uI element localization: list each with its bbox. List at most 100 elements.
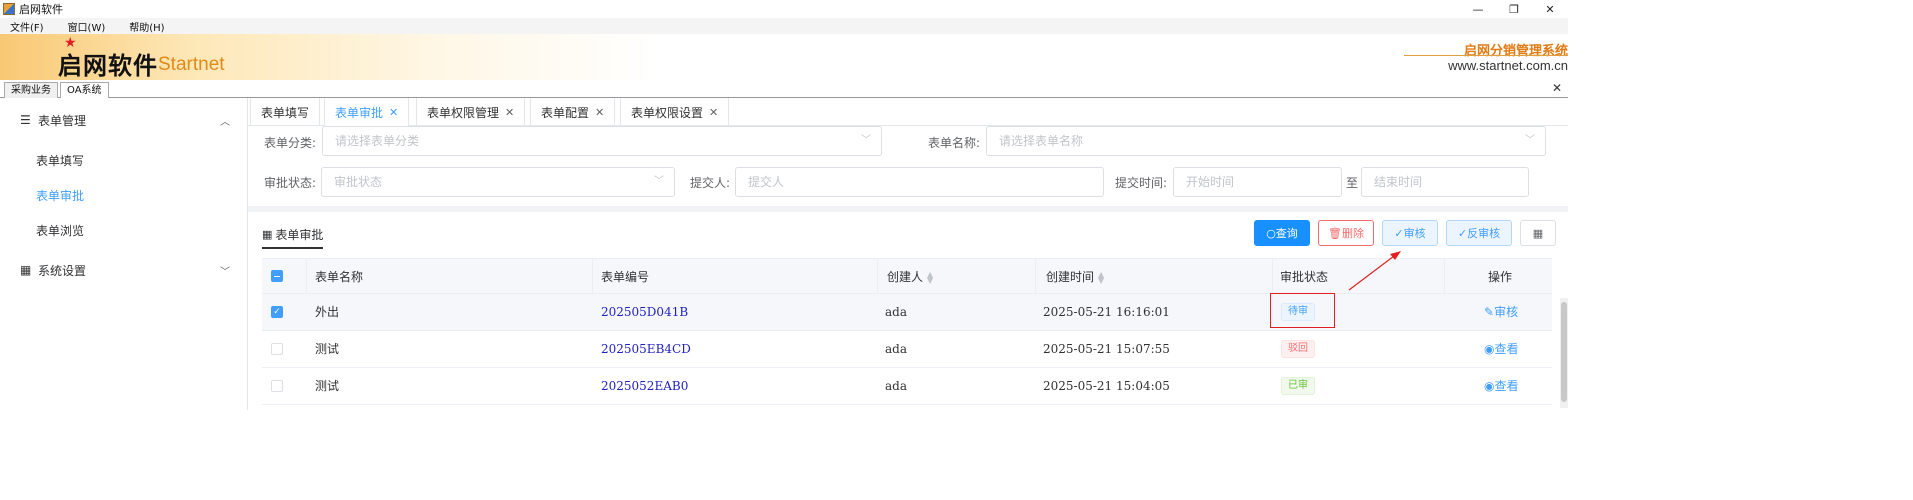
submitter-input[interactable]: 提交人 (735, 167, 1104, 197)
audit-label: 审核 (1403, 227, 1426, 240)
status-select[interactable]: 审批状态 ﹀ (321, 167, 675, 197)
sidebar-group-form-management[interactable]: ☰ 表单管理 ︿ (0, 100, 248, 140)
form-name-select[interactable]: 请选择表单名称 ﹀ (986, 126, 1546, 156)
status-badge: 已审 (1281, 377, 1315, 395)
restore-button[interactable]: ❐ (1496, 0, 1532, 18)
module-tab-bar: 采购业务 OA系统 ✕ (0, 80, 1568, 99)
audit-action-link[interactable]: ✎审核 (1484, 294, 1518, 331)
form-code-link[interactable]: 202505EB4CD (601, 331, 691, 368)
form-name-cell: 外出 (315, 305, 340, 319)
tab-form-permission-settings[interactable]: 表单权限设置 ✕ (620, 98, 730, 126)
column-divider (306, 259, 307, 295)
form-code-link[interactable]: 2025052EAB0 (601, 368, 688, 405)
menu-window[interactable]: 窗口(W) (68, 19, 106, 34)
audit-button[interactable]: ✓ 审核 (1382, 220, 1438, 246)
sidebar-item-form-fill[interactable]: 表单填写 (36, 152, 84, 169)
start-time-input[interactable]: 开始时间 (1173, 167, 1342, 197)
column-settings-button[interactable]: ▦ (1520, 220, 1556, 246)
tab-label: 表单权限设置 (631, 105, 704, 120)
submit-time-label: 提交时间: (1115, 176, 1168, 190)
category-placeholder: 请选择表单分类 (335, 134, 420, 148)
scrollbar-thumb[interactable] (1561, 302, 1567, 402)
chevron-down-icon: ﹀ (654, 176, 664, 187)
logo-english: Startnet (158, 54, 225, 75)
sidebar-item-form-approval[interactable]: 表单审批 (36, 187, 84, 204)
category-label: 表单分类: (264, 136, 317, 150)
module-tab-oa[interactable]: OA系统 (60, 82, 109, 99)
view-action-link[interactable]: ◉查看 (1484, 368, 1519, 405)
vertical-scrollbar[interactable] (1560, 298, 1568, 408)
row-checkbox[interactable] (271, 343, 283, 355)
select-all-checkbox[interactable] (271, 270, 283, 282)
column-header-creator[interactable]: 创建人 ▲ ▼ (887, 259, 933, 295)
sort-icon[interactable]: ▲ ▼ (1098, 270, 1104, 284)
row-checkbox[interactable]: ✓ (271, 306, 283, 318)
check-icon: ✓ (1394, 226, 1404, 240)
sidebar-item-form-browse[interactable]: 表单浏览 (36, 222, 84, 239)
status-placeholder: 审批状态 (334, 175, 383, 189)
unaudit-button[interactable]: ✓ 反审核 (1446, 220, 1512, 246)
close-tab-icon[interactable]: ✕ (389, 106, 398, 119)
submitter-placeholder: 提交人 (748, 175, 785, 189)
query-button[interactable]: ○ 查询 (1254, 220, 1310, 246)
chevron-down-icon: ﹀ (1525, 135, 1535, 146)
tab-form-fill[interactable]: 表单填写 (250, 98, 321, 126)
chevron-down-icon: ﹀ (220, 266, 230, 278)
table-header: 表单名称 表单编号 创建人 ▲ ▼ 创建时间 ▲ ▼ 审批状态 操作 (262, 258, 1552, 295)
brand-divider (1404, 55, 1568, 56)
column-header-created-time[interactable]: 创建时间 ▲ ▼ (1046, 259, 1104, 295)
sort-icon[interactable]: ▲ ▼ (927, 270, 933, 284)
close-window-button[interactable]: ✕ (1532, 0, 1568, 18)
annotation-highlight-box (1270, 293, 1335, 328)
table-panel: ▦ 表单审批 ○ 查询 🗑 删除 ✓ 审核 ✓ 反审核 ▦ 表单名称 表单编号 创建人 ▲… (248, 212, 1568, 410)
table-row[interactable]: 测试 202505EB4CD ada 2025-05-21 15:07:55 驳… (262, 331, 1552, 368)
end-time-placeholder: 结束时间 (1374, 175, 1423, 189)
category-select[interactable]: 请选择表单分类 ﹀ (322, 126, 882, 156)
status-badge: 驳回 (1281, 340, 1315, 358)
form-code-link[interactable]: 202505D041B (601, 294, 688, 331)
column-header-name: 表单名称 (315, 270, 364, 284)
unaudit-label: 反审核 (1467, 227, 1501, 240)
table-row[interactable]: ✓ 外出 202505D041B ada 2025-05-21 16:16:01… (262, 294, 1552, 331)
tab-label: 表单审批 (335, 105, 384, 120)
column-header-creator-label: 创建人 (887, 270, 924, 284)
app-icon (3, 3, 15, 15)
sidebar-group-system-settings[interactable]: ▦ 系统设置 ﹀ (0, 250, 248, 290)
tab-form-config[interactable]: 表单配置 ✕ (530, 98, 616, 126)
column-divider (1444, 259, 1445, 295)
column-header-time-label: 创建时间 (1046, 270, 1095, 284)
sidebar-group-label: 表单管理 (38, 113, 87, 128)
column-divider (1272, 259, 1273, 295)
window-controls: — ❐ ✕ (1460, 0, 1568, 18)
view-action-link[interactable]: ◉查看 (1484, 331, 1519, 368)
filter-panel: 表单分类: 请选择表单分类 ﹀ 表单名称: 请选择表单名称 ﹀ 审批状态: 审批状态… (248, 126, 1568, 206)
minimize-button[interactable]: — (1460, 0, 1496, 18)
form-name-placeholder: 请选择表单名称 (999, 134, 1084, 148)
close-tab-icon[interactable]: ✕ (595, 106, 604, 119)
end-time-input[interactable]: 结束时间 (1361, 167, 1529, 197)
submitter-label: 提交人: (690, 176, 731, 190)
close-tab-icon[interactable]: ✕ (505, 106, 514, 119)
search-icon: ○ (1266, 226, 1276, 240)
start-time-placeholder: 开始时间 (1186, 175, 1235, 189)
tab-form-permission-management[interactable]: 表单权限管理 ✕ (416, 98, 526, 126)
menu-help[interactable]: 帮助(H) (129, 19, 164, 34)
edit-icon: ✎ (1484, 305, 1495, 319)
module-tab-purchasing[interactable]: 采购业务 (4, 82, 58, 98)
created-time-cell: 2025-05-21 15:04:05 (1043, 379, 1170, 393)
delete-button[interactable]: 🗑 删除 (1318, 220, 1374, 246)
close-tab-icon[interactable]: ✕ (709, 106, 718, 119)
tab-form-approval[interactable]: 表单审批 ✕ (324, 98, 410, 126)
menu-file[interactable]: 文件(F) (10, 19, 44, 34)
column-divider (592, 259, 593, 295)
row-checkbox[interactable] (271, 380, 283, 392)
range-separator: 至 (1346, 176, 1359, 190)
table-row[interactable]: 测试 2025052EAB0 ada 2025-05-21 15:04:05 已… (262, 368, 1552, 405)
column-divider (877, 259, 878, 295)
grid-icon: ▦ (262, 228, 273, 241)
close-module-tab-icon[interactable]: ✕ (1552, 81, 1562, 95)
window-title: 启网软件 (19, 3, 63, 16)
chevron-down-icon: ﹀ (861, 135, 871, 146)
form-name-label: 表单名称: (928, 136, 981, 150)
page-tab-bar: 表单填写 表单审批 ✕ 表单权限管理 ✕ 表单配置 ✕ 表单权限设置 ✕ (248, 98, 1568, 126)
